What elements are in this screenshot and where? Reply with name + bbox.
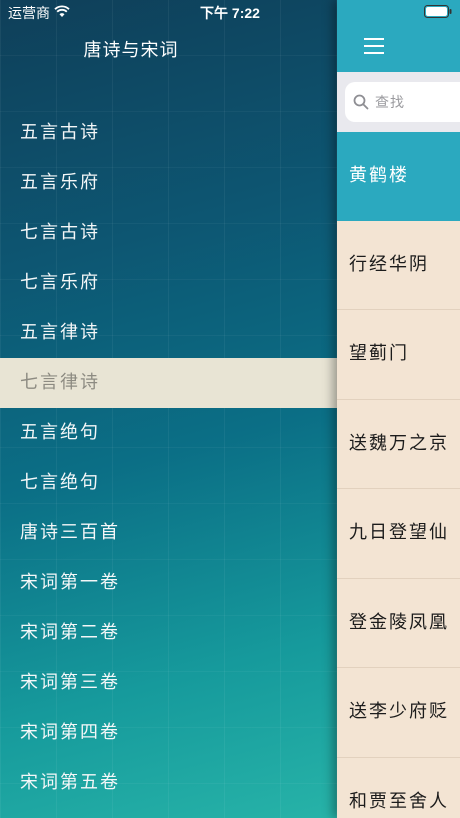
sidebar-item[interactable]: 五言乐府 [0, 158, 337, 208]
sidebar-item[interactable]: 五言古诗 [0, 108, 337, 158]
sidebar-item[interactable]: 七言绝句 [0, 458, 337, 508]
sidebar-item[interactable]: 宋词第二卷 [0, 608, 337, 658]
search-input[interactable]: 查找 [345, 82, 460, 122]
app-title: 唐诗与宋词 [83, 40, 179, 61]
poem-list-panel: 查找 黄鹤楼 行经华阴 望蓟门 送魏万之京 九日登望仙 登金陵凤凰 送李少府贬 … [337, 0, 460, 818]
sidebar-item-selected[interactable]: 七言律诗 [0, 358, 337, 408]
sidebar-item[interactable]: 宋词第三卷 [0, 658, 337, 708]
poem-item[interactable]: 登金陵凤凰 [337, 579, 460, 668]
search-bar: 查找 [337, 72, 460, 132]
hamburger-icon[interactable] [364, 38, 384, 54]
sidebar-item[interactable]: 五言绝句 [0, 408, 337, 458]
sidebar-item[interactable]: 七言乐府 [0, 258, 337, 308]
poem-item[interactable]: 九日登望仙 [337, 489, 460, 579]
sidebar-item[interactable]: 七言古诗 [0, 208, 337, 258]
poem-item[interactable]: 和贾至舍人 [337, 758, 460, 818]
poem-item[interactable]: 行经华阴 [337, 221, 460, 310]
sidebar-item[interactable]: 宋词第一卷 [0, 558, 337, 608]
battery-icon [424, 5, 452, 18]
search-placeholder: 查找 [375, 95, 405, 111]
poem-item[interactable]: 送魏万之京 [337, 400, 460, 489]
sidebar-item[interactable]: 宋词第五卷 [0, 758, 337, 808]
sidebar-menu: 唐诗与宋词 五言古诗 五言乐府 七言古诗 七言乐府 五言律诗 七言律诗 五言绝句… [0, 0, 337, 818]
sidebar-item[interactable]: 宋词第四卷 [0, 708, 337, 758]
sidebar-item[interactable]: 唐诗三百首 [0, 508, 337, 558]
poem-item-selected[interactable]: 黄鹤楼 [337, 132, 460, 221]
status-bar: 运营商 下午 7:22 [0, 0, 460, 24]
poem-item[interactable]: 望蓟门 [337, 310, 460, 400]
sidebar-item[interactable]: 五言律诗 [0, 308, 337, 358]
category-list: 五言古诗 五言乐府 七言古诗 七言乐府 五言律诗 七言律诗 五言绝句 七言绝句 … [0, 108, 337, 808]
search-icon [353, 94, 369, 110]
poem-item[interactable]: 送李少府贬 [337, 668, 460, 758]
status-time: 下午 7:22 [200, 5, 260, 21]
poem-list: 黄鹤楼 行经华阴 望蓟门 送魏万之京 九日登望仙 登金陵凤凰 送李少府贬 和贾至… [337, 132, 460, 818]
